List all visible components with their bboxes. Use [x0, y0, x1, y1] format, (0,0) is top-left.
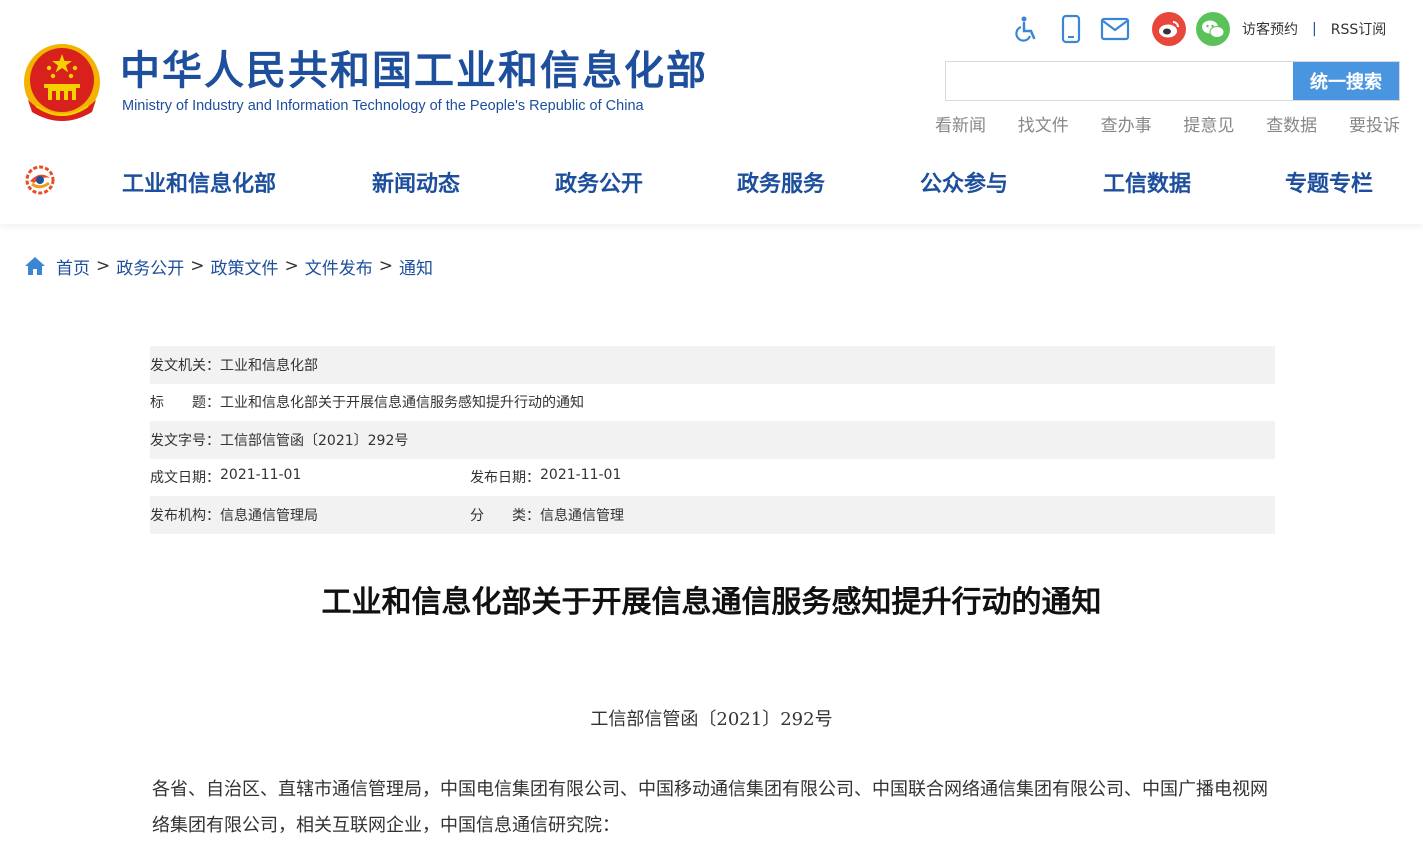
meta-published-date-value: 2021-11-01 — [540, 467, 622, 484]
mobile-icon[interactable] — [1056, 14, 1086, 44]
breadcrumb-home[interactable]: 首页 — [56, 254, 90, 279]
breadcrumb-gov-affairs[interactable]: 政务公开 — [116, 254, 184, 279]
miit-logo-icon[interactable] — [22, 164, 58, 196]
meta-category-label: 分 类： — [470, 507, 540, 524]
article-title: 工业和信息化部关于开展信息通信服务感知提升行动的通知 — [321, 585, 1102, 620]
article-body-paragraph: 各省、自治区、直辖市通信管理局，中国电信集团有限公司、中国移动通信集团有限公司、… — [152, 779, 1268, 836]
breadcrumb-separator: > — [96, 256, 111, 276]
meta-title-label: 标 题： — [150, 395, 220, 412]
nav-item-special-topics[interactable]: 专题专栏 — [1285, 166, 1373, 198]
site-subtitle: Ministry of Industry and Information Tec… — [122, 98, 644, 114]
meta-issuer-value: 工业和信息化部 — [220, 357, 318, 374]
meta-title-value: 工业和信息化部关于开展信息通信服务感知提升行动的通知 — [220, 395, 584, 412]
meta-written-date-value: 2021-11-01 — [220, 467, 302, 484]
nav-item-news[interactable]: 新闻动态 — [372, 166, 460, 198]
breadcrumb-notices[interactable]: 通知 — [399, 254, 433, 279]
meta-row-dates: 成文日期： 2021-11-01 发布日期： 2021-11-01 — [150, 459, 1275, 497]
quick-link-services[interactable]: 查办事 — [1101, 111, 1152, 136]
meta-doc-no-label: 发文字号： — [150, 432, 220, 449]
quick-link-data[interactable]: 查数据 — [1266, 111, 1317, 136]
meta-published-date-label: 发布日期： — [470, 470, 540, 487]
nav-item-ministry[interactable]: 工业和信息化部 — [122, 166, 276, 198]
nav-item-gov-services[interactable]: 政务服务 — [737, 166, 825, 198]
document-meta-table: 发文机关： 工业和信息化部 标 题： 工业和信息化部关于开展信息通信服务感知提升… — [150, 346, 1275, 534]
article-doc-number: 工信部信管函〔2021〕292号 — [590, 709, 833, 730]
meta-category-value: 信息通信管理 — [540, 507, 624, 524]
meta-row-title: 标 题： 工业和信息化部关于开展信息通信服务感知提升行动的通知 — [150, 384, 1275, 422]
meta-org-value: 信息通信管理局 — [220, 507, 318, 524]
site-header: 中华人民共和国工业和信息化部 Ministry of Industry and … — [0, 0, 1423, 224]
search-input[interactable] — [946, 62, 1293, 100]
mail-icon[interactable] — [1100, 14, 1130, 44]
quick-link-files[interactable]: 找文件 — [1018, 111, 1069, 136]
wechat-icon[interactable] — [1196, 12, 1230, 46]
search-button[interactable]: 统一搜索 — [1293, 62, 1399, 100]
accessibility-icon[interactable] — [1012, 14, 1042, 44]
breadcrumb-policy-docs[interactable]: 政策文件 — [211, 254, 279, 279]
quick-link-news[interactable]: 看新闻 — [935, 111, 986, 136]
visitor-appointment-link[interactable]: 访客预约 — [1242, 19, 1298, 39]
home-icon[interactable] — [24, 256, 46, 276]
weibo-icon[interactable] — [1152, 12, 1186, 46]
search-bar: 统一搜索 — [945, 61, 1400, 101]
rss-link[interactable]: RSS订阅 — [1331, 19, 1387, 39]
meta-row-doc-no: 发文字号： 工信部信管函〔2021〕292号 — [150, 421, 1275, 459]
meta-written-date-label: 成文日期： — [150, 470, 220, 487]
nav-item-gov-affairs[interactable]: 政务公开 — [555, 166, 643, 198]
meta-row-org: 发布机构： 信息通信管理局 分 类： 信息通信管理 — [150, 496, 1275, 534]
meta-row-issuer: 发文机关： 工业和信息化部 — [150, 346, 1275, 384]
meta-doc-no-value: 工信部信管函〔2021〕292号 — [220, 432, 409, 449]
top-toolbar: 访客预约 | RSS订阅 — [1012, 12, 1386, 46]
quick-link-suggestions[interactable]: 提意见 — [1183, 111, 1234, 136]
nav-item-data[interactable]: 工信数据 — [1103, 166, 1191, 198]
quick-link-complaints[interactable]: 要投诉 — [1349, 111, 1400, 136]
nav-item-public-participation[interactable]: 公众参与 — [920, 166, 1008, 198]
breadcrumb-separator: > — [190, 256, 205, 276]
meta-org-label: 发布机构： — [150, 507, 220, 524]
breadcrumb: 首页 > 政务公开 > 政策文件 > 文件发布 > 通知 — [24, 253, 433, 279]
top-link-separator: | — [1312, 21, 1317, 37]
breadcrumb-doc-release[interactable]: 文件发布 — [305, 254, 373, 279]
meta-issuer-label: 发文机关： — [150, 357, 220, 374]
quick-links: 看新闻 找文件 查办事 提意见 查数据 要投诉 — [935, 111, 1400, 136]
site-title: 中华人民共和国工业和信息化部 — [120, 48, 708, 94]
main-nav: 工业和信息化部 新闻动态 政务公开 政务服务 公众参与 工信数据 专题专栏 — [0, 158, 1423, 204]
national-emblem-icon[interactable] — [22, 40, 102, 124]
breadcrumb-separator: > — [284, 256, 299, 276]
breadcrumb-separator: > — [378, 256, 393, 276]
